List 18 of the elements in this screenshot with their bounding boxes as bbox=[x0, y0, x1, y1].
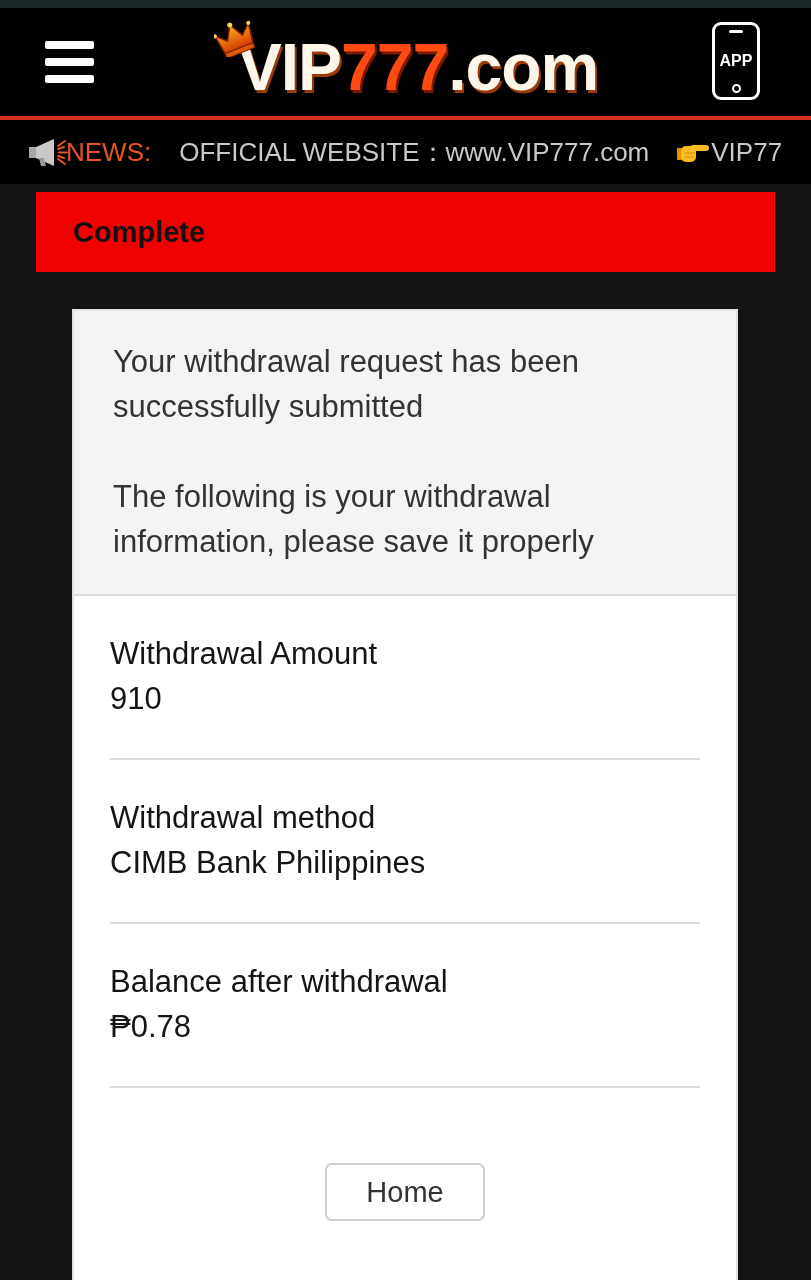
news-text: OFFICIAL WEBSITE：www.VIP777.com bbox=[179, 135, 650, 169]
news-text: VIP77 bbox=[711, 136, 783, 168]
megaphone-icon bbox=[28, 136, 68, 168]
message-text: The following is your withdrawal information, please save it properly bbox=[113, 478, 595, 561]
menu-icon bbox=[45, 41, 94, 83]
detail-value: ₱0.78 bbox=[110, 1008, 192, 1046]
status-title: Complete bbox=[73, 215, 206, 249]
detail-label: Balance after withdrawal bbox=[110, 963, 449, 1001]
site-logo[interactable]: VIP777.com bbox=[237, 31, 599, 103]
menu-button[interactable] bbox=[45, 41, 94, 83]
home-button[interactable]: Home bbox=[325, 1163, 485, 1221]
message-text: Your withdrawal request has been successfully submitted bbox=[113, 343, 580, 426]
detail-value: 910 bbox=[110, 680, 163, 718]
app-button[interactable]: APP bbox=[712, 22, 760, 100]
news-label: NEWS: bbox=[66, 136, 152, 168]
detail-value: CIMB Bank Philippines bbox=[110, 844, 427, 882]
detail-label: Withdrawal Amount bbox=[110, 635, 379, 673]
detail-label: Withdrawal method bbox=[110, 799, 377, 837]
